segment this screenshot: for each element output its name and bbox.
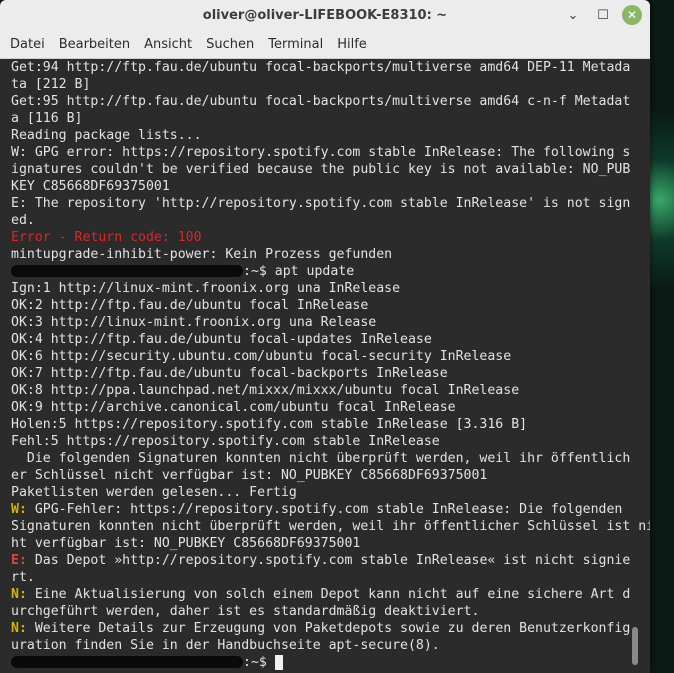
menu-bearbeiten[interactable]: Bearbeiten xyxy=(59,37,130,52)
terminal-window: oliver@oliver-LIFEBOOK-E8310: ~ ⌄ ☐ ✕ Da… xyxy=(0,0,650,673)
warning-tag: W: xyxy=(11,502,27,517)
redacted-username xyxy=(11,265,243,277)
title-bar[interactable]: oliver@oliver-LIFEBOOK-E8310: ~ ⌄ ☐ ✕ xyxy=(0,0,650,30)
terminal-line: Fehl:5 https://repository.spotify.com st… xyxy=(11,434,440,449)
terminal-line: ta [212 B] xyxy=(11,77,91,92)
terminal-line: Holen:5 https://repository.spotify.com s… xyxy=(11,417,528,432)
terminal-line: a [116 B] xyxy=(11,111,83,126)
terminal-line: OK:7 http://ftp.fau.de/ubuntu focal-back… xyxy=(11,366,448,381)
menu-datei[interactable]: Datei xyxy=(10,37,45,52)
error-text: Das Depot »http://repository.spotify.com… xyxy=(26,553,631,568)
warning-text: GPG-Fehler: https://repository.spotify.c… xyxy=(26,502,623,517)
menu-ansicht[interactable]: Ansicht xyxy=(144,37,192,52)
maximize-icon[interactable]: ☐ xyxy=(592,4,614,26)
terminal-line: Paketlisten werden gelesen... Fertig xyxy=(11,485,297,500)
terminal-line: ht verfügbar ist: NO_PUBKEY C85668DF6937… xyxy=(11,536,361,551)
warning-line: W: GPG-Fehler: https://repository.spotif… xyxy=(11,501,638,518)
prompt-command: :~$ apt update xyxy=(243,264,355,279)
text-cursor xyxy=(274,654,283,670)
menu-suchen[interactable]: Suchen xyxy=(206,37,254,52)
terminal-line: Get:94 http://ftp.fau.de/ubuntu focal-ba… xyxy=(11,60,631,75)
error-line: E: Das Depot »http://repository.spotify.… xyxy=(11,552,638,569)
window-title: oliver@oliver-LIFEBOOK-E8310: ~ xyxy=(202,7,448,23)
terminal-line: OK:9 http://archive.canonical.com/ubuntu… xyxy=(11,400,456,415)
close-icon[interactable]: ✕ xyxy=(622,5,642,25)
terminal-output[interactable]: Get:94 http://ftp.fau.de/ubuntu focal-ba… xyxy=(0,59,650,673)
redacted-username xyxy=(11,656,243,668)
terminal-line: W: GPG error: https://repository.spotify… xyxy=(11,145,631,160)
terminal-line: urchgeführt werden, daher ist es standar… xyxy=(11,604,480,619)
menu-terminal[interactable]: Terminal xyxy=(268,37,323,52)
notice-text: Weitere Details zur Erzeugung von Paketd… xyxy=(26,621,631,636)
notice-text: Eine Aktualisierung von solch einem Depo… xyxy=(26,587,631,602)
menu-bar: Datei Bearbeiten Ansicht Suchen Terminal… xyxy=(0,30,650,59)
terminal-line: rt. xyxy=(11,570,35,585)
terminal-line: OK:3 http://linux-mint.froonix.org una R… xyxy=(11,315,377,330)
scrollbar-thumb[interactable] xyxy=(632,627,638,665)
prompt-line: :~$ apt update xyxy=(11,263,638,280)
notice-line: N: Eine Aktualisierung von solch einem D… xyxy=(11,586,638,603)
notice-tag: N: xyxy=(11,587,27,602)
terminal-line: Die folgenden Signaturen konnten nicht ü… xyxy=(11,451,631,466)
minimize-icon[interactable]: ⌄ xyxy=(562,4,584,26)
window-controls: ⌄ ☐ ✕ xyxy=(562,4,642,26)
scrollbar[interactable] xyxy=(632,59,638,673)
terminal-line: E: The repository 'http://repository.spo… xyxy=(11,196,631,211)
prompt-line: :~$ xyxy=(11,654,638,671)
terminal-line: mintupgrade-inhibit-power: Kein Prozess … xyxy=(11,247,393,262)
error-return-code-line: Error - Return code: 100 xyxy=(11,230,202,245)
terminal-line: ignatures couldn't be verified because t… xyxy=(11,162,631,177)
error-tag: E: xyxy=(11,553,27,568)
terminal-line: Get:95 http://ftp.fau.de/ubuntu focal-ba… xyxy=(11,94,631,109)
menu-hilfe[interactable]: Hilfe xyxy=(337,37,367,52)
notice-tag: N: xyxy=(11,621,27,636)
terminal-line: ed. xyxy=(11,213,35,228)
terminal-line: Reading package lists... xyxy=(11,128,202,143)
terminal-line: OK:2 http://ftp.fau.de/ubuntu focal InRe… xyxy=(11,298,369,313)
terminal-line: OK:8 http://ppa.launchpad.net/mixxx/mixx… xyxy=(11,383,520,398)
terminal-line: uration finden Sie in der Handbuchseite … xyxy=(11,638,440,653)
terminal-line: OK:4 http://ftp.fau.de/ubuntu focal-upda… xyxy=(11,332,432,347)
notice-line: N: Weitere Details zur Erzeugung von Pak… xyxy=(11,620,638,637)
prompt-command: :~$ xyxy=(243,655,275,670)
terminal-line: er Schlüssel nicht verfügbar ist: NO_PUB… xyxy=(11,468,488,483)
terminal-line: Ign:1 http://linux-mint.froonix.org una … xyxy=(11,281,401,296)
terminal-line: KEY C85668DF69375001 xyxy=(11,179,170,194)
terminal-line: OK:6 http://security.ubuntu.com/ubuntu f… xyxy=(11,349,512,364)
terminal-line: Signaturen konnten nicht überprüft werde… xyxy=(11,519,650,534)
